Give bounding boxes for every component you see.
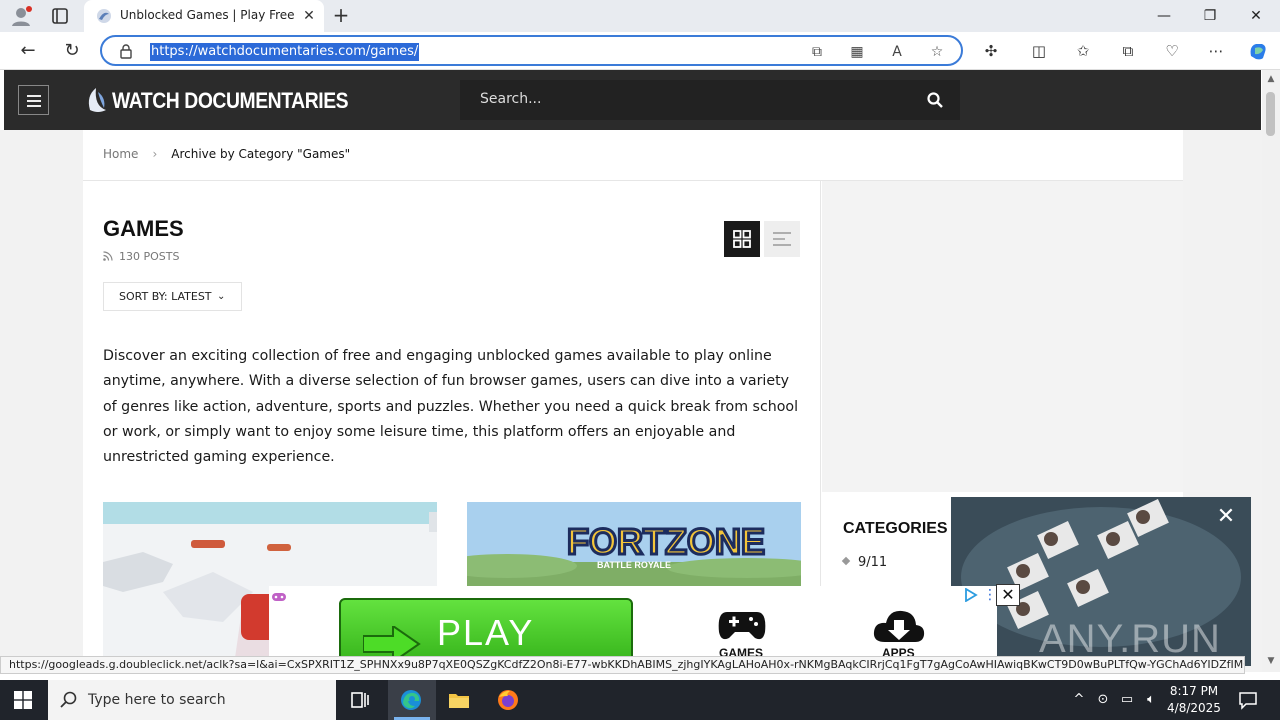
search-icon[interactable] [926,91,944,109]
split-screen-icon[interactable]: ◫ [1029,41,1049,61]
menu-hamburger-icon[interactable] [18,85,49,115]
gamepad-icon [718,612,766,640]
logo-text: WATCH DOCUMENTARIES [112,88,349,113]
ad-more-icon[interactable]: ⋮ [983,586,997,604]
taskbar-clock[interactable]: 8:17 PM 4/8/2025 [1165,683,1223,717]
favorites-icon[interactable]: ✩ [1073,41,1093,61]
restore-icon[interactable]: ❐ [1187,0,1233,32]
list-view-button[interactable] [764,221,800,257]
more-menu-icon[interactable]: ⋯ [1206,41,1226,61]
categories-heading: CATEGORIES [843,520,948,537]
notifications-icon[interactable] [1238,690,1258,710]
browser-tab-bar: Unblocked Games | Play Free Games ✕ + — … [0,0,1280,32]
play-label: PLAY [437,612,535,653]
thumb-logo-text: FORTZONE [567,521,765,562]
qr-icon[interactable]: ▦ [848,43,866,61]
new-tab-icon[interactable]: + [330,5,352,27]
favorite-star-icon[interactable]: ☆ [928,43,946,61]
scroll-down-icon[interactable]: ▼ [1265,656,1277,666]
thumb-logo-sub: BATTLE ROYALE [597,560,671,570]
link-status-bar: https://googleads.g.doubleclick.net/aclk… [0,656,1245,674]
post-count: 130 POSTS [103,250,179,263]
breadcrumb-current: Archive by Category "Games" [171,147,351,161]
windows-taskbar: Type here to search ^ ⊙ ▭ 🔈︎ 8:17 PM 4/8… [0,680,1280,720]
site-search-input[interactable]: Search... [460,80,960,120]
profile-icon[interactable] [10,5,32,27]
meet-now-icon[interactable]: ⊙ [1095,692,1111,708]
close-window-icon[interactable]: ✕ [1233,0,1279,32]
page-title: GAMES [103,216,184,241]
taskbar-search-input[interactable]: Type here to search [48,680,336,720]
rss-icon [103,251,113,261]
bullet-icon [841,556,851,566]
site-header: WATCH DOCUMENTARIES Search... [4,70,1261,130]
network-icon[interactable]: ▭ [1119,692,1135,708]
chevron-down-icon: ⌄ [217,291,226,302]
search-placeholder: Search... [480,91,542,107]
gamepad-small-icon [272,593,286,601]
tab-actions-icon[interactable] [50,6,70,26]
tab-active[interactable]: Unblocked Games | Play Free Games ✕ [84,0,324,32]
address-bar-row: ← ↻ https://watchdocumentaries.com/games… [0,32,1280,70]
list-icon [773,232,791,246]
app-available-icon[interactable]: ⧉ [808,43,826,61]
copilot-icon[interactable] [1247,40,1269,62]
scroll-thumb[interactable] [1266,92,1275,136]
file-explorer-icon[interactable] [447,688,471,712]
category-item[interactable]: 9/11 [841,555,888,570]
lock-icon[interactable] [118,43,134,59]
category-label: 9/11 [858,555,888,570]
address-bar[interactable]: https://watchdocumentaries.com/games/ ⧉ … [100,35,963,66]
page-scrollbar[interactable]: ▲ ▼ [1262,70,1280,672]
sort-label: SORT BY: LATEST [119,290,212,303]
scroll-up-icon[interactable]: ▲ [1265,74,1277,84]
breadcrumb-separator-icon: › [152,147,158,161]
adchoices-icon[interactable] [964,588,978,602]
search-icon [60,691,77,708]
tab-close-icon[interactable]: ✕ [300,7,318,25]
breadcrumb-home[interactable]: Home [103,147,138,161]
browser-essentials-icon[interactable]: ♡ [1162,41,1182,61]
category-description: Discover an exciting collection of free … [103,348,799,466]
post-count-text: 130 POSTS [119,250,180,263]
tab-title: Unblocked Games | Play Free Games [120,8,298,22]
url-text[interactable]: https://watchdocumentaries.com/games/ [150,43,420,61]
task-view-icon[interactable] [348,688,372,712]
chevron-up-icon[interactable]: ^ [1071,692,1087,708]
collections-icon[interactable]: ⧉ [1118,41,1138,61]
extensions-icon[interactable]: ✣ [981,41,1001,61]
clock-date: 4/8/2025 [1167,701,1221,715]
edge-icon[interactable] [399,688,423,712]
back-icon[interactable]: ← [17,40,39,62]
windows-start-icon[interactable] [14,691,32,709]
firefox-icon[interactable] [496,688,520,712]
sidebar-ad-slot [822,181,1183,492]
close-ad-icon[interactable]: ✕ [996,584,1020,606]
refresh-icon[interactable]: ↻ [61,40,83,62]
clock-time: 8:17 PM [1169,684,1219,698]
grid-view-button[interactable] [724,221,760,257]
breadcrumb: Home › Archive by Category "Games" [103,147,350,161]
close-icon[interactable]: ✕ [1214,505,1238,529]
taskbar-search-placeholder: Type here to search [88,692,226,708]
cloud-download-icon [873,610,925,642]
volume-icon[interactable]: 🔈︎ [1143,692,1159,708]
logo-moon-icon [88,88,106,112]
grid-icon [733,230,751,248]
site-favicon-icon [97,9,111,23]
minimize-icon[interactable]: — [1141,0,1187,32]
read-aloud-icon[interactable]: A [888,43,906,61]
sort-dropdown[interactable]: SORT BY: LATEST ⌄ [103,282,242,311]
